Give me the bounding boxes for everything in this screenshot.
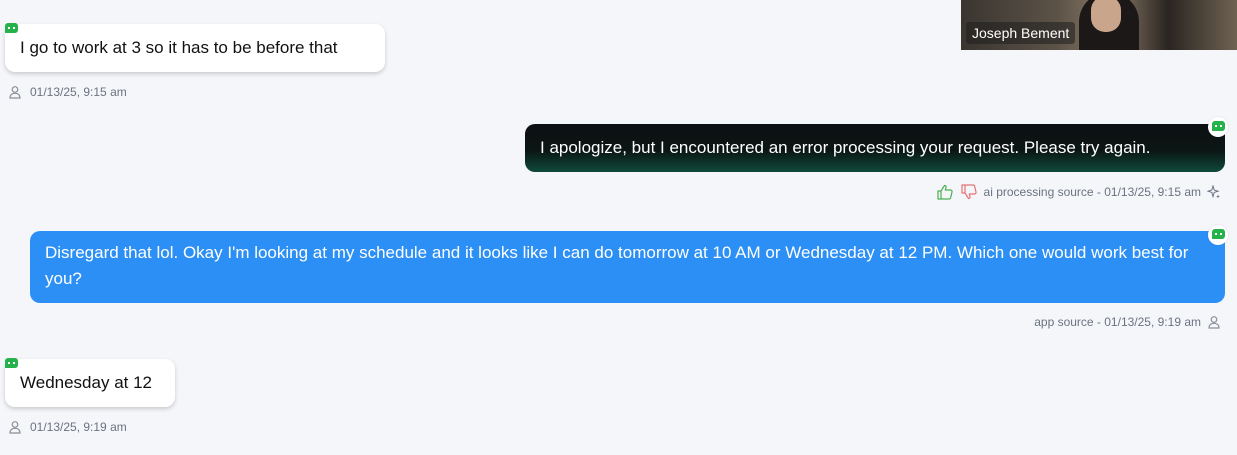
message-text: I go to work at 3 so it has to be before…: [20, 38, 338, 57]
message-timestamp: 01/13/25, 9:19 am: [30, 420, 127, 434]
message-text: Wednesday at 12: [20, 373, 152, 392]
message-bubble-ai: I apologize, but I encountered an error …: [525, 124, 1225, 172]
user-icon: [9, 421, 21, 434]
message-source-timestamp: ai processing source - 01/13/25, 9:15 am: [983, 185, 1201, 199]
chat-bubble-icon: [5, 23, 18, 33]
thumbs-down-icon[interactable]: [960, 184, 978, 200]
chat-bubble-icon: [5, 358, 18, 368]
sparkle-icon: [1207, 185, 1220, 199]
thumbs-up-icon[interactable]: [936, 184, 954, 200]
participant-name: Joseph Bement: [966, 22, 1076, 44]
user-icon: [1208, 316, 1220, 329]
message-meta: 01/13/25, 9:15 am: [8, 84, 127, 100]
chat-badge-wrap: [1208, 117, 1228, 137]
message-meta: 01/13/25, 9:19 am: [8, 419, 127, 435]
message-text: Disregard that lol. Okay I'm looking at …: [45, 243, 1189, 288]
message-text: I apologize, but I encountered an error …: [540, 138, 1151, 157]
message-bubble-incoming: I go to work at 3 so it has to be before…: [5, 24, 385, 72]
chat-bubble-icon: [1212, 229, 1225, 239]
participant-face: [1091, 0, 1121, 32]
chat-bubble-icon: [1212, 121, 1225, 131]
message-source-timestamp: app source - 01/13/25, 9:19 am: [1034, 315, 1201, 329]
message-meta: ai processing source - 01/13/25, 9:15 am: [936, 184, 1221, 200]
message-bubble-app: Disregard that lol. Okay I'm looking at …: [30, 231, 1225, 303]
message-bubble-incoming: Wednesday at 12: [5, 359, 175, 407]
message-meta: app source - 01/13/25, 9:19 am: [1034, 314, 1221, 330]
video-tile[interactable]: Joseph Bement: [961, 0, 1237, 50]
message-timestamp: 01/13/25, 9:15 am: [30, 85, 127, 99]
user-icon: [9, 86, 21, 99]
chat-badge-wrap: [1208, 225, 1228, 245]
